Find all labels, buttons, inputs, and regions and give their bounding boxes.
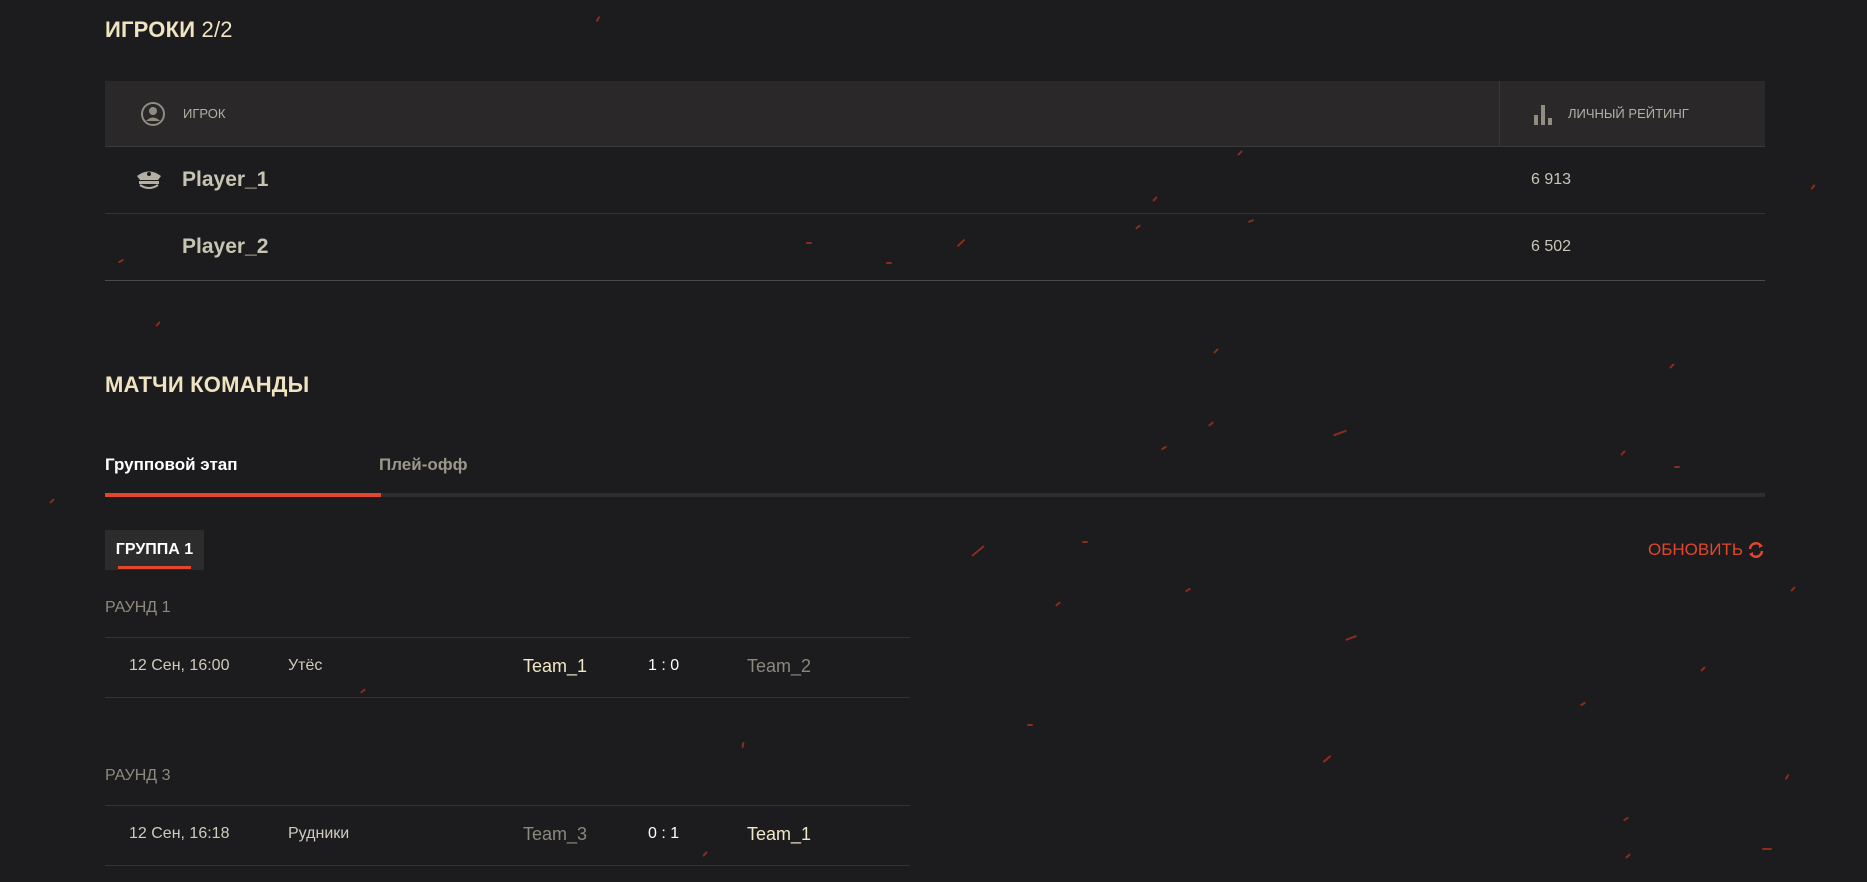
player-rating: 6 502 <box>1531 238 1572 255</box>
players-table-header: ИГРОК ЛИЧНЫЙ РЕЙТИНГ <box>105 81 1765 147</box>
match-row[interactable]: 12 Сен, 16:00 Утёс Team_1 1 : 0 Team_2 <box>105 637 910 698</box>
player-name[interactable]: Player_2 <box>182 235 268 259</box>
players-section-title: ИГРОКИ 2/2 <box>105 17 233 43</box>
refresh-button[interactable]: ОБНОВИТЬ <box>1648 540 1765 560</box>
header-rating-label: ЛИЧНЫЙ РЕЙТИНГ <box>1568 106 1689 121</box>
stage-tabs: Групповой этап Плей-офф <box>105 453 1765 497</box>
match-map: Рудники <box>288 825 350 842</box>
header-player-column[interactable]: ИГРОК <box>105 81 1499 146</box>
players-count: 2/2 <box>201 17 233 42</box>
match-score: 1 : 0 <box>648 657 680 674</box>
round-label: РАУНД 3 <box>105 767 171 784</box>
match-team-right[interactable]: Team_2 <box>747 656 811 677</box>
match-row[interactable]: 12 Сен, 16:18 Рудники Team_3 0 : 1 Team_… <box>105 805 910 866</box>
header-player-label: ИГРОК <box>183 106 226 121</box>
user-circle-icon <box>137 98 169 130</box>
matches-section-title: МАТЧИ КОМАНДЫ <box>105 372 309 398</box>
player-row[interactable]: Player_2 6 502 <box>105 214 1765 281</box>
match-team-left[interactable]: Team_3 <box>523 824 587 845</box>
group-button-label: ГРУППА 1 <box>115 541 194 558</box>
players-title-text: ИГРОКИ <box>105 17 196 42</box>
commander-cap-icon <box>133 164 165 196</box>
player-rating: 6 913 <box>1531 171 1572 188</box>
header-rating-column[interactable]: ЛИЧНЫЙ РЕЙТИНГ <box>1499 81 1765 146</box>
bar-chart-icon <box>1532 98 1554 130</box>
group-active-underline <box>118 566 191 569</box>
player-name[interactable]: Player_1 <box>182 168 268 192</box>
match-score: 0 : 1 <box>648 825 680 842</box>
group-1-button[interactable]: ГРУППА 1 <box>105 530 204 570</box>
round-label: РАУНД 1 <box>105 599 171 616</box>
match-team-right[interactable]: Team_1 <box>747 824 811 845</box>
refresh-icon <box>1748 542 1764 558</box>
refresh-label: ОБНОВИТЬ <box>1648 540 1743 559</box>
tab-playoff[interactable]: Плей-офф <box>379 453 468 493</box>
players-table: ИГРОК ЛИЧНЫЙ РЕЙТИНГ Player_1 6 913 Play… <box>105 81 1765 281</box>
match-team-left[interactable]: Team_1 <box>523 656 587 677</box>
matches-title-text: МАТЧИ КОМАНДЫ <box>105 372 310 397</box>
tab-group-stage[interactable]: Групповой этап <box>105 453 381 497</box>
empty-role-slot <box>133 231 165 263</box>
match-date: 12 Сен, 16:00 <box>129 657 230 674</box>
match-date: 12 Сен, 16:18 <box>129 825 230 842</box>
player-row[interactable]: Player_1 6 913 <box>105 147 1765 214</box>
match-map: Утёс <box>288 657 323 674</box>
